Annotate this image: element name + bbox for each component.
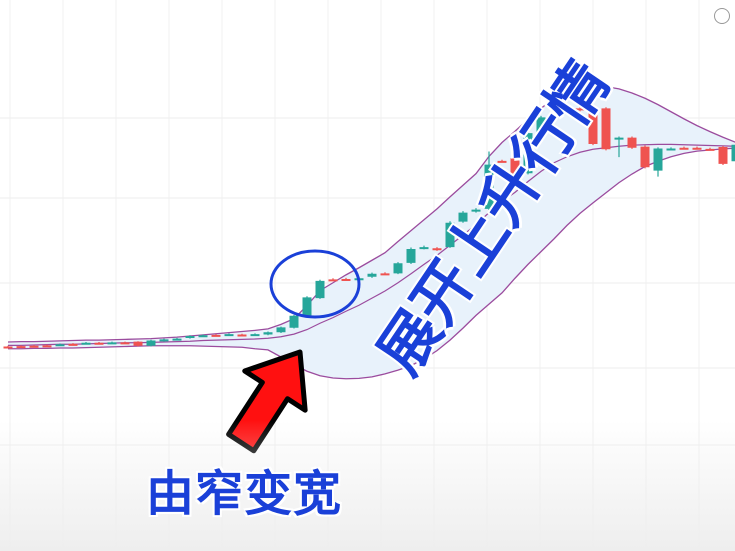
candle-body (68, 343, 78, 346)
candle-body (289, 315, 299, 328)
candle-body (614, 137, 624, 140)
candle-body (198, 335, 208, 338)
candle-body (627, 137, 637, 148)
candle-body (81, 342, 91, 345)
candle-body (263, 332, 273, 335)
bottom-fade (0, 420, 735, 551)
candle-body (328, 279, 338, 282)
candle-body (159, 339, 169, 342)
candle-body (276, 327, 286, 333)
candle-body (692, 147, 702, 150)
candle-body (120, 342, 130, 345)
candle-body (94, 342, 104, 345)
candle-body (315, 280, 325, 299)
candle-body (302, 297, 312, 316)
candle-body (133, 341, 143, 346)
candle-body (224, 334, 234, 337)
candle-body (666, 148, 676, 151)
candle-body (172, 338, 182, 341)
candle-body (406, 249, 416, 263)
candle-body (380, 273, 390, 276)
candle-body (237, 334, 247, 337)
candle-body (185, 336, 195, 338)
candle-body (29, 345, 39, 348)
candle-body (393, 263, 403, 274)
candle-body (3, 346, 13, 349)
candle-body (107, 342, 117, 345)
candle-body (367, 273, 377, 277)
candle-body (731, 144, 735, 162)
candle-body (718, 147, 728, 164)
candle-body (341, 279, 351, 281)
narrow-to-wide-label: 由窄变宽 (146, 466, 343, 522)
candle-body (55, 344, 65, 347)
candle-body (653, 148, 663, 171)
bollinger-band-fill (8, 86, 735, 379)
candle-body (419, 247, 429, 250)
candle-body (640, 146, 650, 168)
candle-body (146, 340, 156, 346)
corner-circle-icon (714, 8, 730, 24)
candle-body (16, 346, 26, 349)
candle-body (679, 147, 689, 150)
candle-body (705, 148, 715, 151)
candle-body (211, 334, 221, 337)
candle-body (42, 345, 52, 348)
candle-body (250, 334, 260, 337)
